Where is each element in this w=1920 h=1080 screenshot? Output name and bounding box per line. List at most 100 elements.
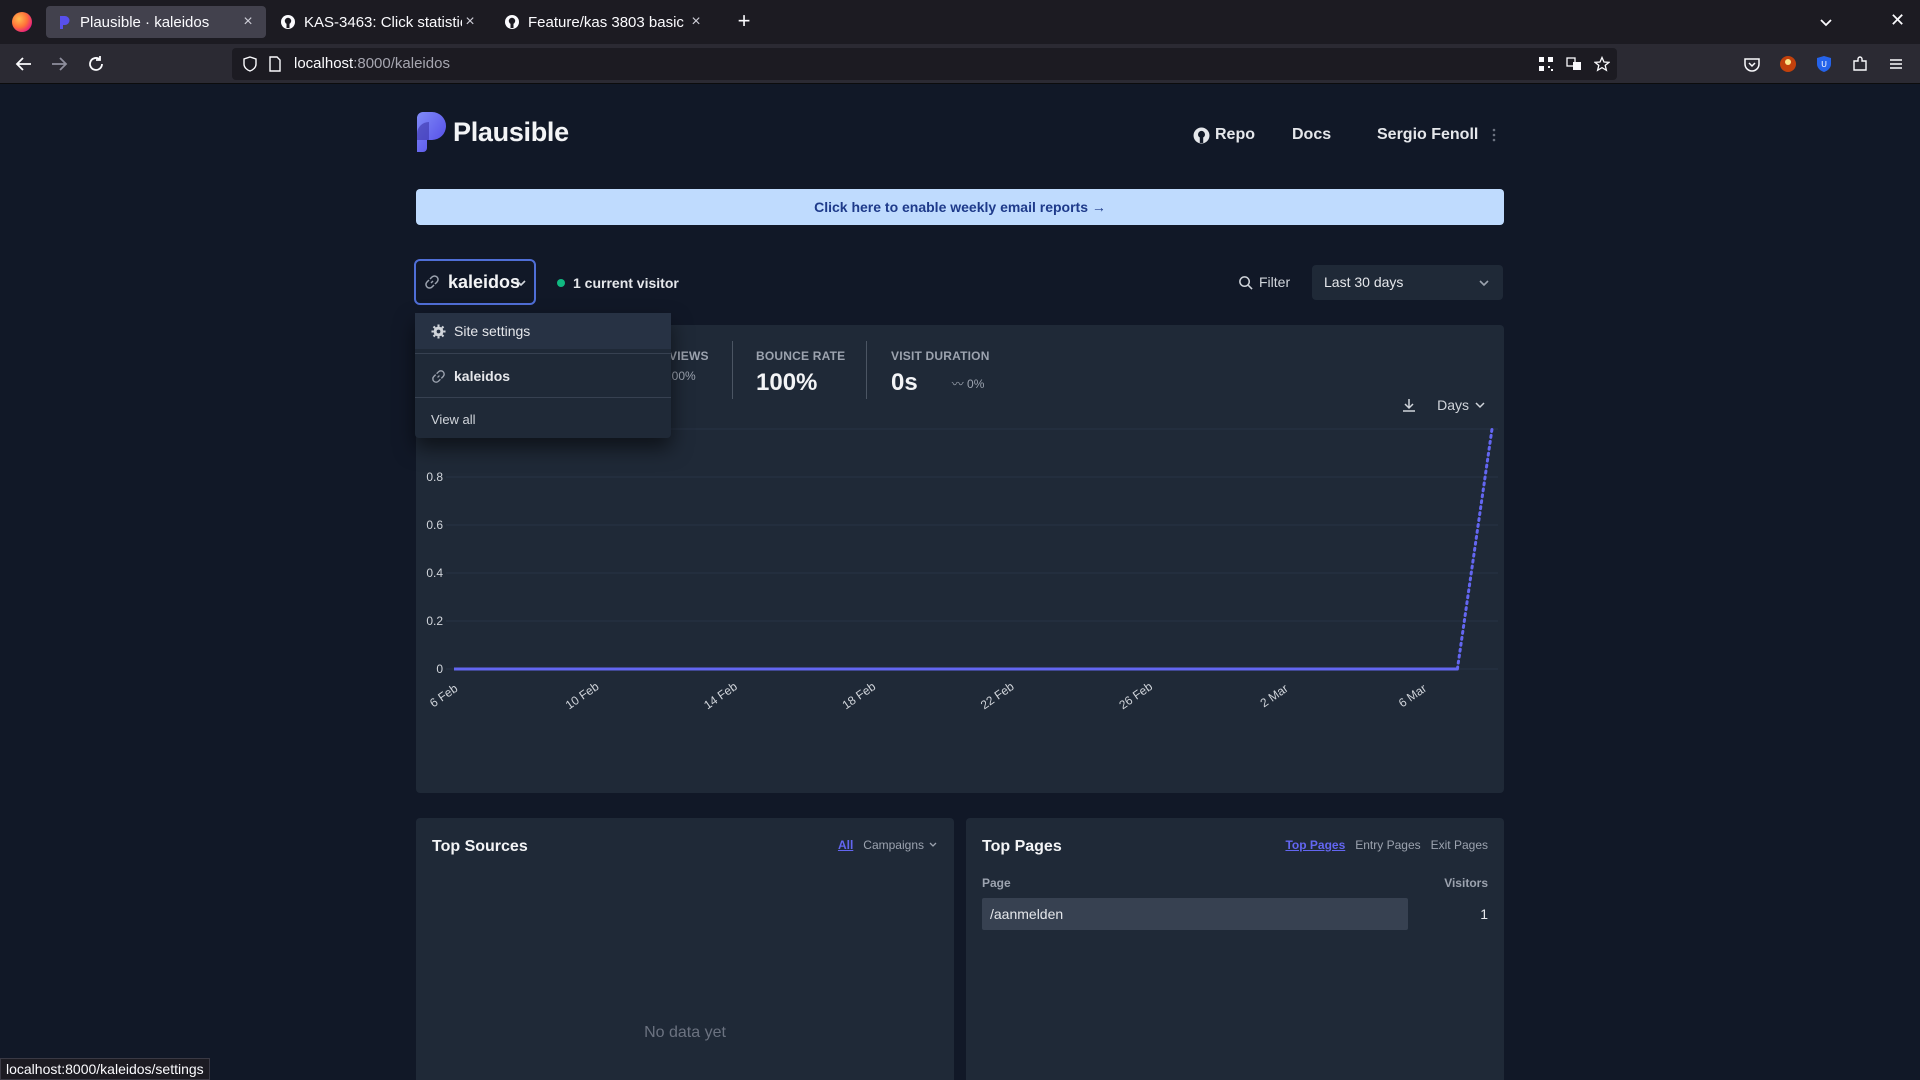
view-all-sites-link[interactable]: View all (415, 402, 671, 436)
y-tick-label: 0.2 (426, 614, 443, 628)
github-icon (505, 15, 519, 29)
filter-button[interactable]: Filter (1238, 274, 1290, 290)
site-switcher-button[interactable]: kaleidos (414, 259, 536, 305)
list-all-tabs-icon[interactable] (1816, 12, 1836, 32)
user-menu-button[interactable]: Sergio Fenoll (1377, 126, 1498, 144)
tab-title: Feature/kas 3803 basic pl (528, 13, 688, 31)
x-tick-label: 18 Feb (840, 679, 879, 712)
link-icon (432, 369, 445, 383)
new-tab-icon[interactable]: + (730, 8, 758, 36)
live-dot-icon (557, 279, 565, 287)
top-sources-title: Top Sources (432, 838, 528, 855)
y-tick-label: 0 (436, 662, 443, 676)
link-icon (425, 275, 439, 289)
plausible-logo[interactable]: Plausible (415, 112, 569, 152)
chevron-down-icon (516, 280, 526, 287)
no-data-message: No data yet (644, 1024, 726, 1041)
tab-campaigns[interactable]: Campaigns (863, 838, 938, 852)
search-icon (1239, 275, 1253, 290)
chevron-down-icon (1479, 280, 1489, 287)
x-tick-label: 14 Feb (701, 679, 740, 712)
tab-kas-3463[interactable]: KAS-3463: Click statistiek × (270, 6, 488, 38)
user-name: Sergio Fenoll (1377, 126, 1479, 143)
site-option-kaleidos[interactable]: kaleidos (415, 358, 671, 394)
dropdown-divider (415, 353, 671, 354)
page-visitors: 1 (1480, 906, 1488, 922)
app-menu-icon[interactable] (1887, 55, 1905, 73)
top-sources-card: Top Sources All Campaigns No data yet (416, 818, 954, 1080)
tab-close-icon[interactable]: × (240, 13, 256, 31)
repo-label: Repo (1215, 126, 1255, 143)
col-header-page: Page (982, 876, 1011, 890)
brand-name: Plausible (453, 116, 569, 147)
metric-change: 〰 0% (951, 376, 985, 391)
docs-link[interactable]: Docs (1292, 126, 1331, 144)
more-vertical-icon (1493, 128, 1496, 142)
metric-value: 100% (756, 369, 845, 397)
metric-label: VIEWS (669, 349, 709, 363)
top-pages-card: Top Pages Top Pages Entry Pages Exit Pag… (966, 818, 1504, 1080)
tracking-shield-icon[interactable] (242, 56, 258, 72)
page-info-icon[interactable] (268, 56, 282, 72)
current-visitors-label: 1 current visitor (573, 275, 679, 291)
bookmark-star-icon[interactable] (1594, 56, 1610, 72)
table-row[interactable]: /aanmelden 1 (982, 898, 1488, 930)
tab-plausible[interactable]: Plausible · kaleidos × (46, 6, 266, 38)
tab-exit-pages[interactable]: Exit Pages (1431, 838, 1488, 852)
metric-value: 100% (665, 369, 709, 383)
status-bar-url: localhost:8000/kaleidos/settings (0, 1058, 210, 1080)
extensions-puzzle-icon[interactable] (1851, 55, 1869, 73)
tab-title: Plausible · kaleidos (80, 13, 210, 31)
window-close-icon[interactable]: ✕ (1890, 10, 1905, 31)
tab-top-pages[interactable]: Top Pages (1285, 838, 1345, 852)
filter-label: Filter (1259, 274, 1291, 290)
metric-bounce-rate[interactable]: BOUNCE RATE 100% (756, 349, 845, 397)
x-tick-label: 2 Mar (1258, 681, 1291, 710)
back-arrow-icon[interactable] (13, 53, 35, 75)
reload-icon[interactable] (85, 53, 107, 75)
github-icon (1193, 127, 1210, 143)
translate-icon[interactable] (1566, 56, 1582, 72)
url-path: :8000/kaleidos (353, 55, 450, 72)
metric-value: 0s 〰 0% (891, 369, 990, 397)
email-reports-banner[interactable]: Click here to enable weekly email report… (416, 189, 1504, 225)
x-tick-label: 26 Feb (1116, 679, 1155, 712)
x-tick-label: 6 Feb (427, 681, 460, 710)
metric-visit-duration[interactable]: VISIT DURATION 0s 〰 0% (891, 349, 990, 397)
download-icon[interactable] (1401, 397, 1417, 413)
tab-entry-pages[interactable]: Entry Pages (1355, 838, 1420, 852)
url-text[interactable]: localhost:8000/kaleidos (294, 55, 450, 72)
period-picker[interactable]: Last 30 days (1312, 265, 1503, 300)
plausible-favicon-icon (60, 16, 70, 29)
page-path[interactable]: /aanmelden (990, 906, 1063, 922)
top-pages-title: Top Pages (982, 838, 1062, 855)
current-visitors[interactable]: 1 current visitor (557, 275, 679, 291)
qr-code-icon[interactable] (1538, 56, 1554, 72)
x-tick-label: 6 Mar (1396, 681, 1429, 710)
extension-avatar-icon[interactable] (1779, 55, 1797, 73)
browser-tab-bar: Plausible · kaleidos × KAS-3463: Click s… (0, 0, 1920, 44)
chart-controls: Days (1401, 397, 1486, 413)
firefox-logo-icon[interactable] (12, 12, 32, 32)
site-settings-menu-item[interactable]: Site settings (415, 313, 671, 349)
tab-feature-kas-3803[interactable]: Feature/kas 3803 basic pl × (494, 6, 714, 38)
pocket-icon[interactable] (1743, 55, 1761, 73)
tab-close-icon[interactable]: × (688, 13, 704, 31)
y-tick-label: 0.6 (426, 518, 443, 532)
series-line-incomplete (1455, 427, 1494, 671)
tab-close-icon[interactable]: × (462, 13, 478, 31)
url-bar[interactable]: localhost:8000/kaleidos (232, 48, 1617, 80)
chevron-down-icon (1475, 402, 1485, 409)
tab-campaigns-label: Campaigns (863, 838, 924, 852)
tab-sources-all[interactable]: All (838, 838, 853, 852)
ublock-shield-icon[interactable]: U (1815, 55, 1833, 73)
period-label: Last 30 days (1324, 274, 1404, 290)
metric-views[interactable]: VIEWS 100% (665, 349, 709, 383)
repo-link[interactable]: Repo (1193, 126, 1255, 144)
metric-number: 0s (891, 369, 918, 396)
interval-picker[interactable]: Days (1437, 397, 1486, 413)
site-name: kaleidos (448, 271, 521, 292)
visitors-line-chart[interactable]: 00.20.40.60.816 Feb10 Feb14 Feb18 Feb22 … (416, 425, 1504, 785)
forward-arrow-icon[interactable] (48, 53, 70, 75)
x-tick-label: 22 Feb (978, 679, 1017, 712)
